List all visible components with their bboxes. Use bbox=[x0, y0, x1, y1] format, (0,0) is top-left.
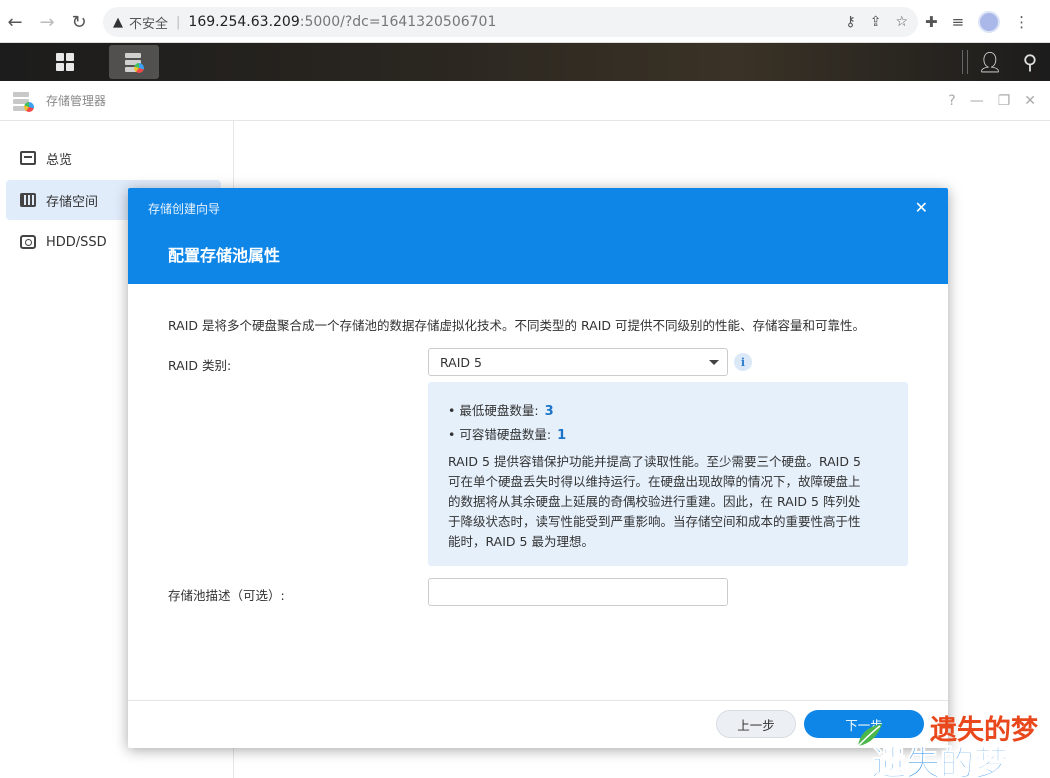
media-control-icon[interactable]: ≡ bbox=[952, 13, 965, 31]
profile-avatar[interactable] bbox=[978, 11, 1001, 33]
raid-description: RAID 5 提供容错保护功能并提高了读取性能。至少需要三个硬盘。RAID 5 … bbox=[448, 454, 861, 549]
raid-type-label: RAID 类别: bbox=[168, 358, 232, 373]
url-text: 169.254.63.209:5000/?dc=1641320506701 bbox=[188, 14, 497, 30]
dialog-footer-divider bbox=[128, 700, 948, 701]
reload-button[interactable]: ↻ bbox=[64, 7, 94, 37]
chevron-down-icon bbox=[709, 360, 719, 365]
app-storage-icon bbox=[12, 90, 34, 112]
taskbar-storage-manager[interactable] bbox=[109, 45, 159, 79]
hdd-icon bbox=[20, 235, 36, 249]
app-window-header: 存储管理器 ? — ❐ ✕ bbox=[0, 81, 1050, 121]
main-menu-button[interactable] bbox=[40, 45, 90, 79]
browser-toolbar: ← → ↻ ▲ 不安全 | 169.254.63.209:5000/?dc=16… bbox=[0, 0, 1050, 43]
info-icon[interactable]: i bbox=[734, 353, 752, 371]
fault-tolerance-item: • 可容错硬盘数量: 1 bbox=[448, 427, 567, 443]
dialog-title: 配置存储池属性 bbox=[168, 246, 281, 265]
warning-icon: ▲ bbox=[113, 14, 123, 30]
storage-icon bbox=[20, 193, 36, 207]
raid-intro-text: RAID 是将多个硬盘聚合成一个存储池的数据存储虚拟化技术。不同类型的 RAID… bbox=[168, 318, 866, 333]
watermark-bottom-text: 遗失的梦 bbox=[872, 744, 1009, 778]
minimize-icon[interactable]: — bbox=[970, 93, 984, 109]
restore-icon[interactable]: ❐ bbox=[998, 93, 1011, 109]
close-icon[interactable]: ✕ bbox=[915, 198, 928, 217]
address-bar[interactable]: ▲ 不安全 | 169.254.63.209:5000/?dc=16413205… bbox=[103, 7, 918, 37]
user-icon[interactable]: 👤︎ bbox=[970, 43, 1010, 81]
help-icon[interactable]: ? bbox=[948, 93, 955, 109]
dsm-taskbar: 👤︎ ⚲ bbox=[0, 43, 1050, 81]
omnibox-separator: | bbox=[176, 14, 181, 30]
grid-icon bbox=[56, 53, 74, 71]
bookmark-star-icon[interactable]: ☆ bbox=[895, 14, 908, 30]
close-window-icon[interactable]: ✕ bbox=[1024, 93, 1036, 109]
pool-description-input[interactable] bbox=[428, 578, 728, 606]
storage-manager-icon bbox=[124, 51, 144, 73]
browser-menu-icon[interactable]: ⋮ bbox=[1014, 13, 1029, 31]
extensions-icon[interactable]: ✚ bbox=[925, 13, 938, 31]
dialog-header: 存储创建向导 ✕ 配置存储池属性 bbox=[128, 188, 948, 284]
sidebar-item-overview[interactable]: 总览 bbox=[6, 138, 221, 178]
share-icon[interactable]: ⇪ bbox=[870, 14, 882, 30]
pool-description-label: 存储池描述（可选）: bbox=[168, 588, 285, 603]
overview-icon bbox=[20, 151, 36, 165]
app-title: 存储管理器 bbox=[46, 94, 107, 108]
back-button[interactable]: ← bbox=[0, 7, 30, 37]
raid-type-select[interactable]: RAID 5 bbox=[428, 348, 728, 376]
watermark-logo: 遗失的梦 遗失的梦 bbox=[850, 708, 1050, 778]
prev-step-button[interactable]: 上一步 bbox=[716, 710, 796, 738]
search-icon[interactable]: ⚲ bbox=[1010, 43, 1050, 81]
wizard-label: 存储创建向导 bbox=[148, 202, 221, 216]
forward-button[interactable]: → bbox=[32, 7, 62, 37]
key-icon[interactable]: ⚷ bbox=[845, 14, 855, 30]
raid-info-panel: • 最低硬盘数量: 3 • 可容错硬盘数量: 1 RAID 5 提供容错保护功能并提… bbox=[428, 382, 908, 566]
storage-wizard-dialog: 存储创建向导 ✕ 配置存储池属性 RAID 是将多个硬盘聚合成一个存储池的数据存… bbox=[128, 188, 948, 748]
security-label: 不安全 bbox=[129, 16, 169, 32]
min-disks-item: • 最低硬盘数量: 3 bbox=[448, 403, 554, 419]
